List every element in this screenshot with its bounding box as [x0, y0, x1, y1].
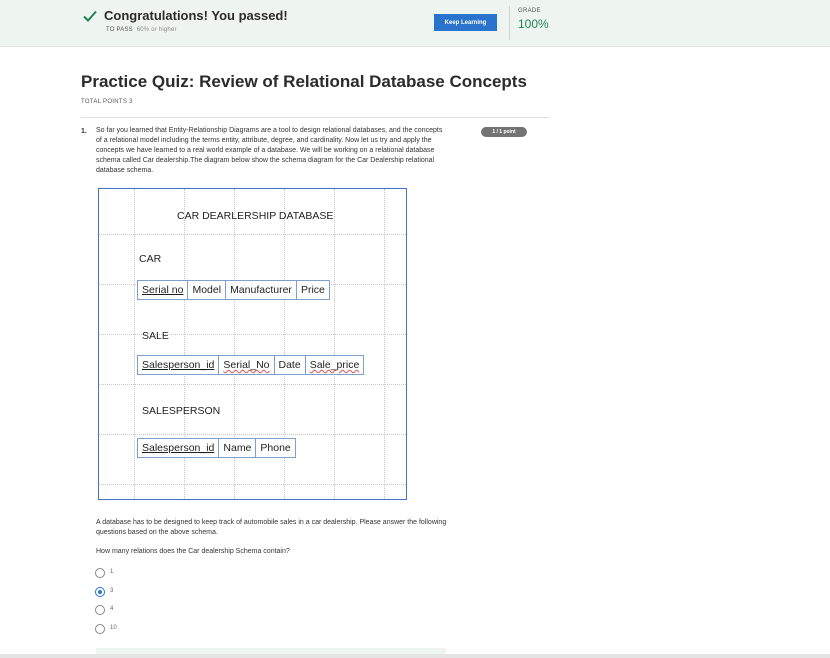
- table-cell: Date: [275, 356, 306, 374]
- table-cell: Sale_price: [309, 359, 360, 371]
- option-label: 4: [110, 606, 114, 612]
- sale-label: SALE: [142, 330, 169, 342]
- table-cell: Model: [188, 281, 227, 299]
- grid-line: [99, 484, 406, 485]
- question-number: 1.: [81, 128, 87, 135]
- divider: [509, 6, 510, 40]
- car-table: Serial no Model Manufacturer Price: [137, 280, 330, 300]
- total-points: TOTAL POINTS 3: [81, 99, 133, 105]
- grid-line: [384, 189, 385, 499]
- table-cell: Name: [219, 439, 257, 457]
- grade-value: 100%: [518, 17, 549, 31]
- grid-line: [99, 384, 406, 385]
- divider: [81, 117, 549, 118]
- grid-line: [99, 234, 406, 235]
- table-cell: Serial no: [138, 281, 189, 299]
- check-icon: [83, 10, 97, 22]
- question-prompt: How many relations does the Car dealersh…: [96, 548, 290, 555]
- radio-button[interactable]: [95, 605, 105, 615]
- question-paragraph: A database has to be designed to keep tr…: [96, 519, 447, 536]
- points-badge: 1 / 1 point: [481, 127, 527, 137]
- table-cell: Manufacturer: [226, 281, 297, 299]
- radio-button-selected[interactable]: [95, 587, 105, 597]
- page-title: Practice Quiz: Review of Relational Data…: [81, 72, 527, 91]
- table-cell: Phone: [260, 442, 291, 454]
- to-pass-text: TO PASS 60% or higher: [106, 27, 177, 33]
- result-banner: Congratulations! You passed! TO PASS 60%…: [0, 0, 830, 47]
- sale-table: Salesperson_id Serial_No Date Sale_price: [137, 355, 365, 375]
- scrollbar-track[interactable]: [0, 654, 830, 658]
- keep-learning-button[interactable]: Keep Learning: [434, 14, 497, 31]
- question-text: So far you learned that Entity-Relations…: [96, 127, 443, 174]
- to-pass-label: TO PASS: [106, 27, 133, 33]
- diagram-title: CAR DEARLERSHIP DATABASE: [177, 210, 334, 222]
- salesperson-label: SALESPERSON: [142, 405, 221, 417]
- grid-line: [134, 189, 135, 499]
- to-pass-value: 60% or higher: [136, 27, 177, 33]
- schema-diagram: CAR DEARLERSHIP DATABASE CAR Serial no M…: [98, 188, 407, 500]
- table-cell: Serial_No: [219, 356, 275, 374]
- option-label: 3: [110, 588, 114, 594]
- grid-line: [99, 434, 406, 435]
- option-label: 10: [110, 625, 117, 631]
- table-cell: Salesperson_id: [138, 439, 220, 457]
- radio-button[interactable]: [95, 624, 105, 634]
- table-cell: Salesperson_id: [138, 356, 220, 374]
- grade-label: GRADE: [518, 8, 541, 14]
- car-label: CAR: [139, 253, 162, 265]
- grid-line: [334, 189, 335, 499]
- salesperson-table: Salesperson_id Name Phone: [137, 438, 296, 458]
- table-cell: Price: [300, 284, 325, 296]
- option-label: 1: [110, 569, 114, 575]
- radio-button[interactable]: [95, 568, 105, 578]
- congrats-title: Congratulations! You passed!: [104, 8, 288, 23]
